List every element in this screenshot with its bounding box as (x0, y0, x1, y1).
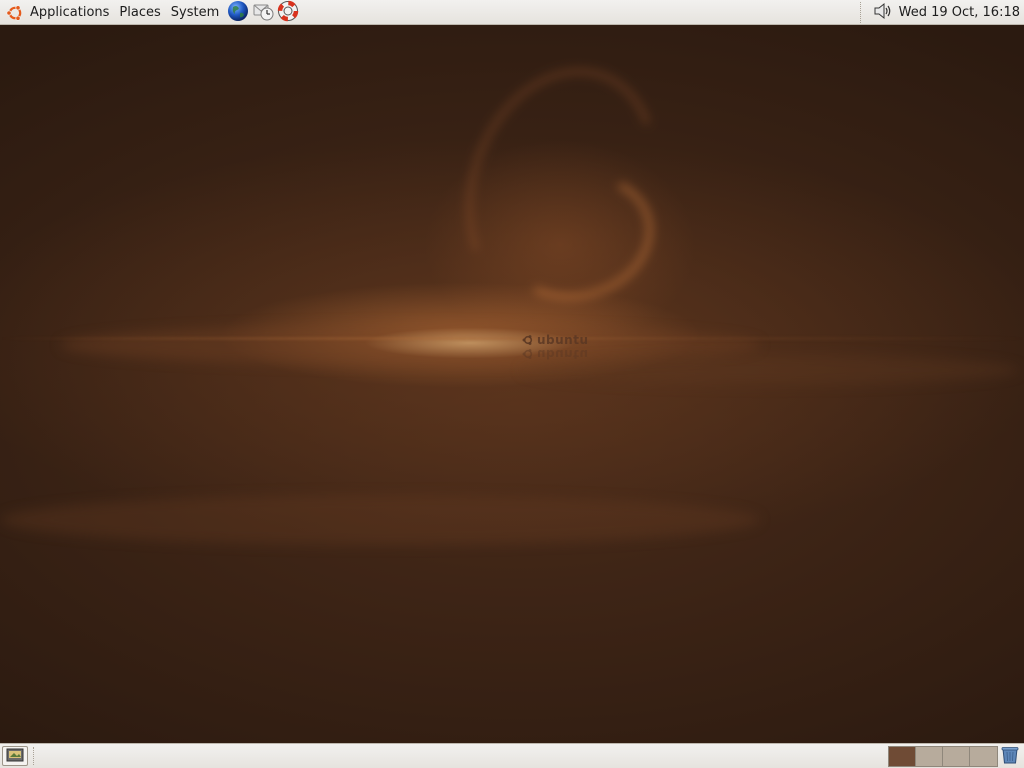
help-icon (277, 0, 299, 26)
workspace-3[interactable] (943, 747, 970, 766)
wallpaper-streak (0, 495, 760, 545)
workspace-4[interactable] (970, 747, 997, 766)
web-browser-launcher[interactable] (227, 0, 249, 26)
panel-separator (33, 747, 36, 765)
wallpaper-streak (60, 325, 760, 365)
wallpaper-logo-reflection: ubuntu (522, 347, 589, 361)
web-browser-icon (227, 0, 249, 26)
speaker-volume-icon (873, 2, 893, 24)
places-menu[interactable]: Places (114, 0, 165, 25)
workspace-1[interactable] (889, 747, 916, 766)
top-panel-right: Wed 19 Oct, 16:18 (859, 0, 1024, 25)
places-menu-label: Places (119, 5, 161, 20)
help-launcher[interactable] (277, 0, 299, 26)
desktop[interactable]: ubuntu ubuntu (0, 25, 1024, 743)
bottom-panel (0, 743, 1024, 768)
applications-menu-label: Applications (30, 5, 110, 20)
trash-icon (1000, 745, 1020, 768)
wallpaper-logo-text: ubuntu (537, 333, 589, 347)
mail-client-icon (252, 0, 274, 26)
system-menu[interactable]: System (166, 0, 224, 25)
system-menu-label: System (170, 5, 220, 20)
show-desktop-icon (6, 747, 24, 766)
workspace-switcher (888, 746, 998, 767)
ubuntu-logo-icon (4, 2, 26, 24)
ubuntu-logo-icon (522, 349, 533, 359)
wallpaper-logo: ubuntu (522, 333, 589, 347)
panel-separator (859, 2, 863, 23)
workspace-2[interactable] (916, 747, 943, 766)
ubuntu-logo-icon (522, 335, 533, 345)
applications-menu[interactable]: Applications (4, 0, 114, 25)
volume-control[interactable] (873, 2, 893, 24)
mail-client-launcher[interactable] (252, 2, 274, 24)
clock[interactable]: Wed 19 Oct, 16:18 (893, 5, 1024, 20)
show-desktop-button[interactable] (2, 746, 28, 766)
wallpaper-logo-text-reflection: ubuntu (537, 347, 589, 361)
wallpaper-swirl (486, 157, 668, 317)
wallpaper-horizon (0, 337, 1024, 340)
top-panel: Applications Places System Wed 19 Oct, 1… (0, 0, 1024, 25)
trash-applet[interactable] (998, 746, 1022, 767)
top-panel-left: Applications Places System (4, 0, 299, 25)
wallpaper-streak (520, 355, 1020, 385)
wallpaper-swirl (433, 40, 691, 334)
